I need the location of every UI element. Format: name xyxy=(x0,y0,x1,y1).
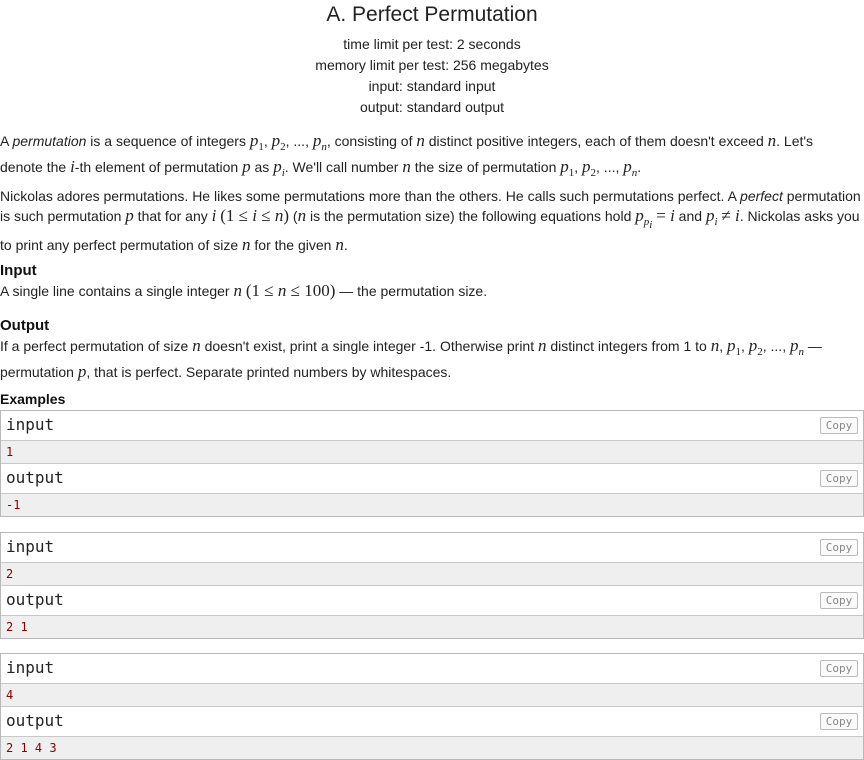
problem-title: A. Perfect Permutation xyxy=(326,3,538,26)
example-input-label: input xyxy=(6,415,55,434)
statement-paragraph-1: A permutation is a sequence of integers … xyxy=(0,131,814,179)
example-output-value: 2 1 xyxy=(1,616,863,638)
example-output-label: output xyxy=(6,590,64,609)
example-output-label: output xyxy=(6,711,64,730)
term-permutation: permutation xyxy=(12,133,87,149)
example-input-value: 1 xyxy=(1,441,863,464)
copy-button[interactable]: Copy xyxy=(820,713,858,730)
example-3: input Copy 4 output Copy 2 1 4 3 xyxy=(0,653,864,760)
time-limit: time limit per test: 2 seconds xyxy=(343,36,521,52)
copy-button[interactable]: Copy xyxy=(820,470,858,487)
input-spec: A single line contains a single integer … xyxy=(0,281,488,300)
statement-paragraph-2: Nickolas adores permutations. He likes s… xyxy=(0,188,861,254)
output-file: output: standard output xyxy=(360,99,504,115)
example-output-label: output xyxy=(6,468,64,487)
example-input-label: input xyxy=(6,658,55,677)
problem-limits: time limit per test: 2 seconds memory li… xyxy=(0,34,864,118)
example-1: input Copy 1 output Copy -1 xyxy=(0,410,864,517)
example-output-value: 2 1 4 3 xyxy=(1,737,863,759)
example-2: input Copy 2 output Copy 2 1 xyxy=(0,532,864,639)
output-spec: If a perfect permutation of size n doesn… xyxy=(0,336,822,381)
example-output-value: -1 xyxy=(1,494,863,516)
memory-limit: memory limit per test: 256 megabytes xyxy=(315,57,549,73)
example-input-value: 2 xyxy=(1,563,863,586)
input-file: input: standard input xyxy=(368,78,496,94)
output-heading: Output xyxy=(0,317,50,334)
example-input-label: input xyxy=(6,537,55,556)
input-heading: Input xyxy=(0,262,37,279)
copy-button[interactable]: Copy xyxy=(820,539,858,556)
copy-button[interactable]: Copy xyxy=(820,660,858,677)
copy-button[interactable]: Copy xyxy=(820,592,858,609)
example-input-value: 4 xyxy=(1,684,863,707)
examples-heading: Examples xyxy=(0,391,66,407)
copy-button[interactable]: Copy xyxy=(820,417,858,434)
term-perfect: perfect xyxy=(740,188,783,204)
